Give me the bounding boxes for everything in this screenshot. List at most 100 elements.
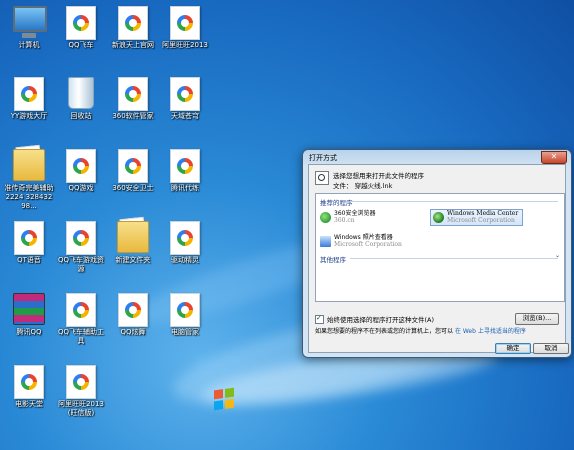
desktop-icon-label: QQ飞车辅助工具 <box>57 328 105 345</box>
windows-logo-icon <box>214 387 234 411</box>
desktop-icon-label: 计算机 <box>18 41 40 49</box>
open-with-dialog: 打开方式 ✕ 选择您想用来打开此文件的程序 文件： 穿越火线.lnk 推荐的程序… <box>302 149 572 358</box>
info-line: 如果您想要的程序不在列表或您的计算机上，您可以 在 Web 上寻找适当的程序 <box>315 326 526 335</box>
file-name: 穿越火线.lnk <box>354 182 393 190</box>
desktop-icon-label: QQ炫舞 <box>120 328 146 336</box>
desktop-icon-label: 新浪天上官网 <box>112 41 154 49</box>
desktop-icon-label: 驱动精灵 <box>171 256 199 264</box>
desktop-icon-label: 360软件管家 <box>112 112 154 120</box>
program-list[interactable]: 推荐的程序 360安全浏览器 360.cn Windows Media Cent… <box>315 193 565 302</box>
desktop-icon[interactable]: 新浪天上官网 <box>108 6 158 50</box>
shortcut-icon <box>169 149 201 183</box>
desktop-icon-label: 天域苍穹 <box>171 112 199 120</box>
folder-icon <box>13 149 45 181</box>
desktop-icon-label: 回收站 <box>70 112 92 120</box>
shortcut-icon <box>117 77 149 111</box>
desktop-icon-label: 阿里旺旺2013 (旺信版) <box>58 400 104 417</box>
web-search-link[interactable]: 在 Web 上寻找适当的程序 <box>455 328 526 335</box>
desktop-icon[interactable]: QQ飞车辅助工具 <box>56 293 106 346</box>
program-item-photo-viewer[interactable]: Windows 照片查看器 Microsoft Corporation <box>320 234 402 248</box>
shortcut-icon <box>117 293 149 327</box>
info-text: 如果您想要的程序不在列表或您的计算机上，您可以 <box>315 328 454 335</box>
desktop-icon-label: 阿里旺旺2013 <box>162 41 208 49</box>
shortcut-icon <box>65 6 97 40</box>
magnifier-icon <box>315 171 329 185</box>
file-line: 文件： 穿越火线.lnk <box>333 180 392 190</box>
media-center-icon <box>433 212 444 223</box>
shortcut-icon <box>65 293 97 327</box>
desktop-icon-label: QQ飞车 <box>68 41 94 49</box>
desktop-icon[interactable]: QQ飞车 <box>56 6 106 50</box>
desktop-icon[interactable]: 回收站 <box>56 77 106 121</box>
desktop-icon[interactable]: 阿里旺旺2013 <box>160 6 210 50</box>
desktop-icon[interactable]: QQ游戏 <box>56 149 106 193</box>
desktop-icon[interactable]: 电影天堂 <box>4 365 54 409</box>
browse-button[interactable]: 浏览(B)... <box>515 313 559 325</box>
desktop-icon[interactable]: 计算机 <box>4 6 54 50</box>
desktop-icon-label: 电脑管家 <box>171 328 199 336</box>
desktop-icon-label: 准传奇完美辅助2224 32843298... <box>4 184 54 210</box>
dialog-prompt: 选择您想用来打开此文件的程序 <box>333 172 424 180</box>
recommended-header: 推荐的程序 <box>320 199 353 207</box>
desktop-icon[interactable]: 新建文件夹 <box>108 221 158 265</box>
desktop-icon-label: QQ飞车游戏资源 <box>57 256 105 273</box>
desktop-icon[interactable]: 天域苍穹 <box>160 77 210 121</box>
shortcut-icon <box>169 77 201 111</box>
desktop-icon[interactable]: 驱动精灵 <box>160 221 210 265</box>
program-item-media-center[interactable]: Windows Media Center Microsoft Corporati… <box>430 209 524 226</box>
shortcut-icon <box>169 293 201 327</box>
desktop-icon[interactable]: 360安全卫士 <box>108 149 158 193</box>
desktop-icon[interactable]: 电脑管家 <box>160 293 210 337</box>
desktop-icon[interactable]: QQ飞车游戏资源 <box>56 221 106 274</box>
360-browser-icon <box>320 212 331 223</box>
computer-icon <box>13 6 47 38</box>
divider <box>350 201 558 202</box>
desktop-icon-label: 腾讯QQ <box>16 328 42 336</box>
desktop-icon-label: 新建文件夹 <box>115 256 151 264</box>
dialog-titlebar[interactable]: 打开方式 ✕ <box>303 150 571 164</box>
chevron-down-icon[interactable]: ⌄ <box>555 252 560 259</box>
shortcut-icon <box>117 6 149 40</box>
program-item-360-browser[interactable]: 360安全浏览器 360.cn <box>320 210 375 224</box>
desktop-icon-label: 腾讯代练 <box>171 184 199 192</box>
close-button[interactable]: ✕ <box>541 151 567 164</box>
divider <box>350 258 558 259</box>
recycle-bin-icon <box>65 77 97 109</box>
shortcut-icon <box>65 149 97 183</box>
archive-icon <box>13 293 45 325</box>
photo-viewer-icon <box>320 236 331 247</box>
shortcut-icon <box>117 149 149 183</box>
folder-icon <box>117 221 149 253</box>
always-use-checkbox[interactable] <box>315 314 324 324</box>
program-publisher: 360.cn <box>334 216 355 224</box>
always-use-checkbox-row[interactable]: 始终使用选择的程序打开这种文件(A) <box>315 314 434 324</box>
desktop-icon-label: QT语音 <box>17 256 41 264</box>
dialog-title: 打开方式 <box>309 154 337 162</box>
desktop-icon-label: QQ游戏 <box>68 184 94 192</box>
desktop-icon[interactable]: 腾讯QQ <box>4 293 54 337</box>
desktop-icon-label: 电影天堂 <box>15 400 43 408</box>
desktop-icon-label: 360安全卫士 <box>112 184 154 192</box>
desktop-icon[interactable]: 准传奇完美辅助2224 32843298... <box>4 149 54 211</box>
desktop-icon[interactable]: 腾讯代练 <box>160 149 210 193</box>
shortcut-icon <box>169 221 201 255</box>
program-publisher: Microsoft Corporation <box>334 240 402 248</box>
shortcut-icon <box>65 365 97 399</box>
desktop-icon[interactable]: QQ炫舞 <box>108 293 158 337</box>
dialog-body: 选择您想用来打开此文件的程序 文件： 穿越火线.lnk 推荐的程序 360安全浏… <box>308 164 569 354</box>
always-use-label: 始终使用选择的程序打开这种文件(A) <box>327 316 435 324</box>
other-programs-header[interactable]: 其他程序 <box>320 254 346 264</box>
file-label: 文件： <box>333 182 353 190</box>
program-publisher: Microsoft Corporation <box>447 216 515 224</box>
shortcut-icon <box>169 6 201 40</box>
shortcut-icon <box>13 365 45 399</box>
shortcut-icon <box>13 77 45 111</box>
ok-button[interactable]: 确定 <box>495 343 531 354</box>
desktop-icon[interactable]: QT语音 <box>4 221 54 265</box>
shortcut-icon <box>65 221 97 255</box>
desktop-icon-label: YY游戏大厅 <box>10 112 48 120</box>
desktop-icon[interactable]: 阿里旺旺2013 (旺信版) <box>56 365 106 418</box>
cancel-button[interactable]: 取消 <box>533 343 569 354</box>
desktop-icon[interactable]: YY游戏大厅 <box>4 77 54 121</box>
desktop-icon[interactable]: 360软件管家 <box>108 77 158 121</box>
